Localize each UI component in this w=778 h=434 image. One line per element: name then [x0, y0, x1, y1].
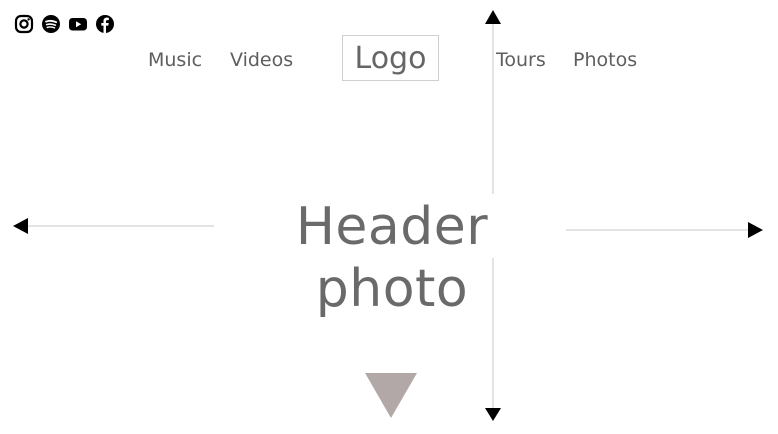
- up-arrow-icon: [485, 10, 501, 24]
- left-arrow-icon: [13, 218, 28, 234]
- right-arrow-icon: [748, 222, 763, 238]
- header-photo-title: Header photo: [295, 197, 489, 319]
- down-arrow-icon: [485, 408, 501, 421]
- scroll-down-icon[interactable]: [364, 372, 418, 420]
